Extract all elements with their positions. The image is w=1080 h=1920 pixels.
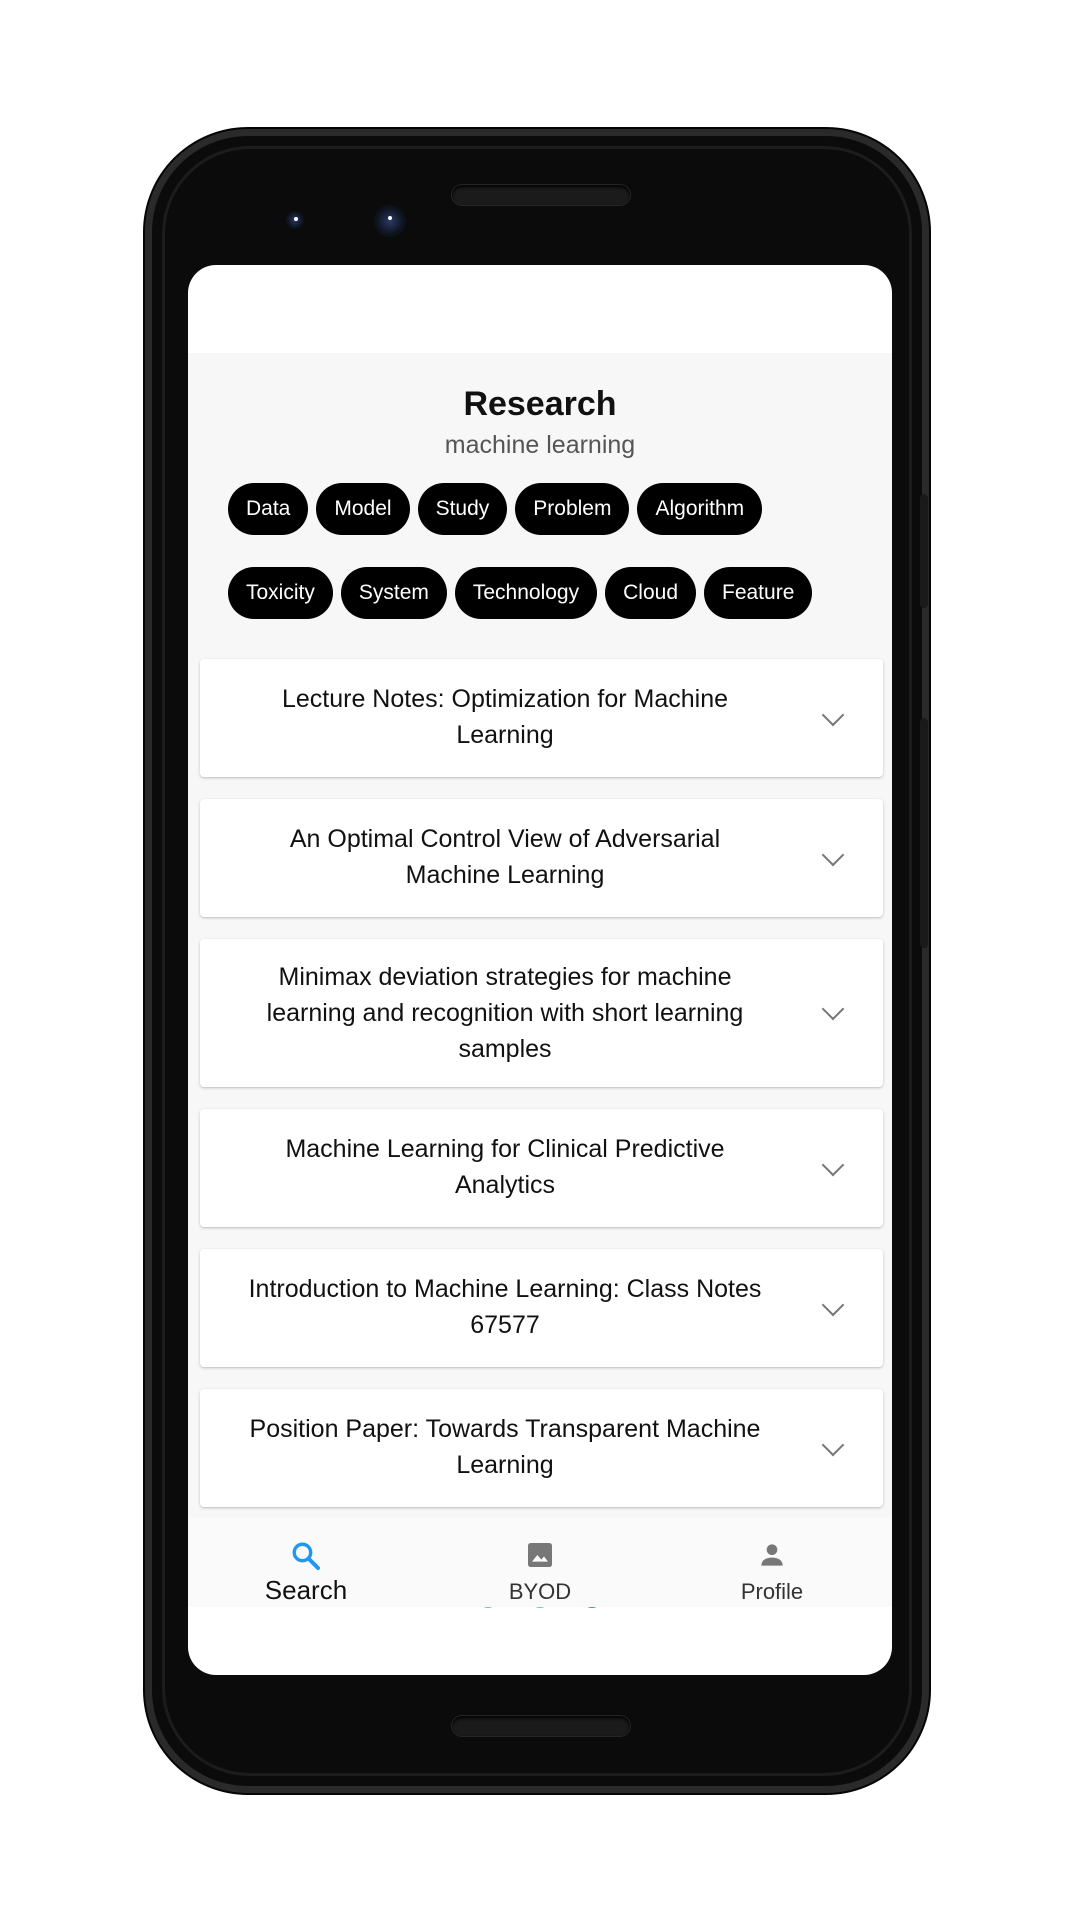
chevron-down-icon[interactable]	[821, 997, 845, 1021]
result-card[interactable]: Introduction to Machine Learning: Class …	[200, 1249, 883, 1367]
power-button	[920, 494, 928, 608]
result-title: Machine Learning for Clinical Predictive…	[285, 1135, 725, 1199]
chevron-down-icon[interactable]	[821, 1293, 845, 1317]
nav-byod-label: BYOD	[508, 1579, 572, 1604]
result-card[interactable]: Lecture Notes: Optimization for Machine …	[200, 659, 883, 777]
result-card[interactable]: An Optimal Control View of Adversarial M…	[200, 799, 883, 917]
result-title: An Optimal Control View of Adversarial M…	[289, 825, 721, 889]
chevron-down-icon[interactable]	[821, 843, 845, 867]
result-title: Minimax deviation strategies for machine…	[266, 963, 744, 1063]
front-sensor	[286, 211, 304, 229]
search-query: machine learning	[444, 431, 636, 459]
chevron-down-icon[interactable]	[821, 703, 845, 727]
topic-chip[interactable]: Toxicity	[228, 567, 333, 619]
result-card[interactable]: Machine Learning for Clinical Predictive…	[200, 1109, 883, 1227]
nav-search[interactable]: Search	[226, 1517, 386, 1607]
topic-chip[interactable]: Technology	[454, 567, 598, 619]
page-title: Research	[463, 385, 617, 423]
bottom-speaker	[452, 1716, 630, 1736]
topic-chip[interactable]: Feature	[704, 567, 813, 619]
nav-byod[interactable]: BYOD	[460, 1517, 620, 1607]
topic-chip[interactable]: Model	[316, 483, 410, 535]
topic-chip[interactable]: Algorithm	[637, 483, 763, 535]
earpiece-speaker	[452, 185, 630, 205]
volume-button	[920, 718, 928, 948]
topic-chip[interactable]: System	[340, 567, 447, 619]
search-icon	[292, 1542, 321, 1571]
topic-chip[interactable]: Data	[228, 483, 309, 535]
image-icon	[528, 1543, 552, 1567]
chevron-down-icon[interactable]	[821, 1153, 845, 1177]
result-title: Introduction to Machine Learning: Class …	[248, 1275, 762, 1339]
topic-chips-row-1: Data Model Study Problem Algorithm	[228, 483, 763, 535]
topic-chips-row-2: Toxicity System Technology Cloud Feature	[228, 567, 813, 619]
topic-chip[interactable]: Study	[417, 483, 508, 535]
nav-profile-label: Profile	[740, 1579, 804, 1604]
bottom-navigation: Search BYOD Profile	[188, 1517, 892, 1607]
chevron-down-icon[interactable]	[821, 1433, 845, 1457]
result-title: Lecture Notes: Optimization for Machine …	[281, 685, 729, 749]
person-icon	[761, 1544, 783, 1566]
topic-chip[interactable]: Problem	[515, 483, 630, 535]
research-screen: Research machine learning Data Model Stu…	[188, 353, 892, 1608]
result-title: Position Paper: Towards Transparent Mach…	[249, 1415, 761, 1479]
nav-profile[interactable]: Profile	[692, 1517, 852, 1607]
result-card[interactable]: Position Paper: Towards Transparent Mach…	[200, 1389, 883, 1507]
result-card[interactable]: Minimax deviation strategies for machine…	[200, 939, 883, 1087]
nav-search-label: Search	[264, 1575, 348, 1605]
phone-screen: Research machine learning Data Model Stu…	[188, 265, 892, 1675]
front-camera	[374, 205, 406, 237]
topic-chip[interactable]: Cloud	[605, 567, 696, 619]
